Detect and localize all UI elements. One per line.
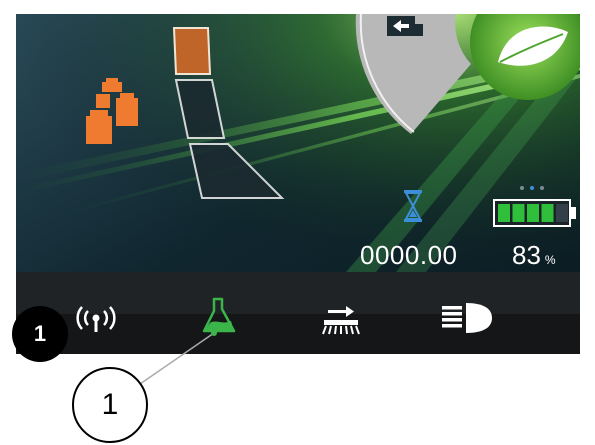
figure-number-badge: 1 [12,306,68,362]
callout-number: 1 [72,367,148,443]
